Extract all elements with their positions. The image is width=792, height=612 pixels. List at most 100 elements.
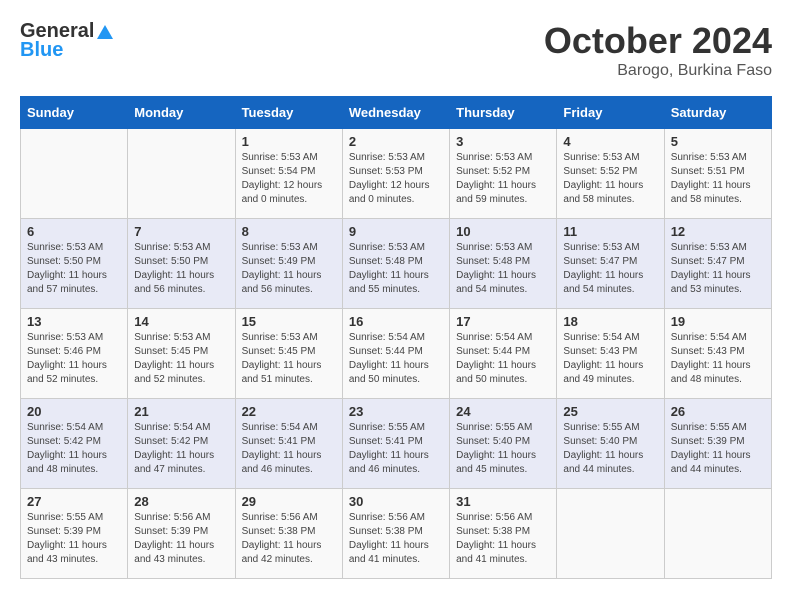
calendar-cell: 27 Sunrise: 5:55 AM Sunset: 5:39 PM Dayli…: [21, 489, 128, 579]
calendar-cell: 23 Sunrise: 5:55 AM Sunset: 5:41 PM Dayli…: [342, 399, 449, 489]
day-number: 27: [27, 494, 121, 509]
calendar-cell: 2 Sunrise: 5:53 AM Sunset: 5:53 PM Daylig…: [342, 129, 449, 219]
weekday-header: Saturday: [664, 97, 771, 129]
calendar-cell: 29 Sunrise: 5:56 AM Sunset: 5:38 PM Dayli…: [235, 489, 342, 579]
day-number: 17: [456, 314, 550, 329]
day-number: 10: [456, 224, 550, 239]
day-info: Sunrise: 5:54 AM Sunset: 5:43 PM Dayligh…: [563, 331, 657, 387]
day-number: 11: [563, 224, 657, 239]
calendar-cell: 19 Sunrise: 5:54 AM Sunset: 5:43 PM Dayli…: [664, 309, 771, 399]
calendar-cell: 12 Sunrise: 5:53 AM Sunset: 5:47 PM Dayli…: [664, 219, 771, 309]
day-info: Sunrise: 5:53 AM Sunset: 5:52 PM Dayligh…: [456, 151, 550, 207]
day-info: Sunrise: 5:55 AM Sunset: 5:41 PM Dayligh…: [349, 421, 443, 477]
calendar-cell: 20 Sunrise: 5:54 AM Sunset: 5:42 PM Dayli…: [21, 399, 128, 489]
day-number: 29: [242, 494, 336, 509]
day-number: 12: [671, 224, 765, 239]
calendar-cell: [664, 489, 771, 579]
weekday-header: Wednesday: [342, 97, 449, 129]
day-info: Sunrise: 5:53 AM Sunset: 5:45 PM Dayligh…: [134, 331, 228, 387]
calendar-cell: 16Sunrise: 5:54 AM Sunset: 5:44 PM Dayli…: [342, 309, 449, 399]
weekday-header: Tuesday: [235, 97, 342, 129]
day-number: 28: [134, 494, 228, 509]
day-info: Sunrise: 5:56 AM Sunset: 5:39 PM Dayligh…: [134, 511, 228, 567]
day-number: 4: [563, 134, 657, 149]
day-number: 14: [134, 314, 228, 329]
day-number: 30: [349, 494, 443, 509]
calendar-cell: 30 Sunrise: 5:56 AM Sunset: 5:38 PM Dayli…: [342, 489, 449, 579]
day-info: Sunrise: 5:55 AM Sunset: 5:40 PM Dayligh…: [563, 421, 657, 477]
day-number: 1: [242, 134, 336, 149]
day-number: 19: [671, 314, 765, 329]
calendar-cell: 17 Sunrise: 5:54 AM Sunset: 5:44 PM Dayli…: [450, 309, 557, 399]
day-info: Sunrise: 5:53 AM Sunset: 5:45 PM Dayligh…: [242, 331, 336, 387]
day-number: 22: [242, 404, 336, 419]
day-number: 6: [27, 224, 121, 239]
calendar-cell: 3 Sunrise: 5:53 AM Sunset: 5:52 PM Daylig…: [450, 129, 557, 219]
day-info: Sunrise: 5:55 AM Sunset: 5:40 PM Dayligh…: [456, 421, 550, 477]
day-number: 25: [563, 404, 657, 419]
day-info: Sunrise: 5:56 AM Sunset: 5:38 PM Dayligh…: [242, 511, 336, 567]
location: Barogo, Burkina Faso: [544, 62, 772, 80]
day-info: Sunrise: 5:55 AM Sunset: 5:39 PM Dayligh…: [671, 421, 765, 477]
calendar-cell: 1Sunrise: 5:53 AM Sunset: 5:54 PM Daylig…: [235, 129, 342, 219]
day-info: Sunrise: 5:54 AM Sunset: 5:44 PM Dayligh…: [456, 331, 550, 387]
calendar-cell: 15 Sunrise: 5:53 AM Sunset: 5:45 PM Dayli…: [235, 309, 342, 399]
calendar-week-row: 20 Sunrise: 5:54 AM Sunset: 5:42 PM Dayli…: [21, 399, 772, 489]
day-info: Sunrise: 5:53 AM Sunset: 5:49 PM Dayligh…: [242, 241, 336, 297]
calendar-cell: 6Sunrise: 5:53 AM Sunset: 5:50 PM Daylig…: [21, 219, 128, 309]
day-info: Sunrise: 5:53 AM Sunset: 5:53 PM Dayligh…: [349, 151, 443, 207]
month-title: October 2024: [544, 20, 772, 62]
day-info: Sunrise: 5:53 AM Sunset: 5:47 PM Dayligh…: [563, 241, 657, 297]
calendar-cell: 26 Sunrise: 5:55 AM Sunset: 5:39 PM Dayli…: [664, 399, 771, 489]
day-number: 7: [134, 224, 228, 239]
day-number: 9: [349, 224, 443, 239]
day-number: 2: [349, 134, 443, 149]
day-number: 21: [134, 404, 228, 419]
weekday-header: Sunday: [21, 97, 128, 129]
calendar-cell: 31Sunrise: 5:56 AM Sunset: 5:38 PM Dayli…: [450, 489, 557, 579]
calendar-cell: 7 Sunrise: 5:53 AM Sunset: 5:50 PM Daylig…: [128, 219, 235, 309]
weekday-header: Monday: [128, 97, 235, 129]
calendar-body: 1Sunrise: 5:53 AM Sunset: 5:54 PM Daylig…: [21, 129, 772, 579]
logo: General Blue: [20, 20, 116, 62]
day-number: 8: [242, 224, 336, 239]
day-number: 20: [27, 404, 121, 419]
day-info: Sunrise: 5:55 AM Sunset: 5:39 PM Dayligh…: [27, 511, 121, 567]
day-info: Sunrise: 5:53 AM Sunset: 5:50 PM Dayligh…: [134, 241, 228, 297]
calendar-cell: 11 Sunrise: 5:53 AM Sunset: 5:47 PM Dayli…: [557, 219, 664, 309]
calendar-cell: [557, 489, 664, 579]
calendar-cell: 22 Sunrise: 5:54 AM Sunset: 5:41 PM Dayli…: [235, 399, 342, 489]
day-info: Sunrise: 5:54 AM Sunset: 5:42 PM Dayligh…: [27, 421, 121, 477]
calendar-cell: 4 Sunrise: 5:53 AM Sunset: 5:52 PM Daylig…: [557, 129, 664, 219]
calendar-cell: [21, 129, 128, 219]
day-info: Sunrise: 5:54 AM Sunset: 5:42 PM Dayligh…: [134, 421, 228, 477]
logo-triangle-icon: [96, 23, 114, 41]
calendar-cell: 21 Sunrise: 5:54 AM Sunset: 5:42 PM Dayli…: [128, 399, 235, 489]
calendar-week-row: 6 Sunrise: 5:53 AM Sunset: 5:50 PM Daylig…: [21, 219, 772, 309]
calendar-cell: 18 Sunrise: 5:54 AM Sunset: 5:43 PM Dayli…: [557, 309, 664, 399]
calendar-week-row: 27 Sunrise: 5:55 AM Sunset: 5:39 PM Dayli…: [21, 489, 772, 579]
calendar-week-row: 1Sunrise: 5:53 AM Sunset: 5:54 PM Daylig…: [21, 129, 772, 219]
day-number: 18: [563, 314, 657, 329]
calendar-cell: 24Sunrise: 5:55 AM Sunset: 5:40 PM Dayli…: [450, 399, 557, 489]
day-number: 15: [242, 314, 336, 329]
day-number: 23: [349, 404, 443, 419]
day-info: Sunrise: 5:54 AM Sunset: 5:41 PM Dayligh…: [242, 421, 336, 477]
day-number: 16: [349, 314, 443, 329]
day-number: 3: [456, 134, 550, 149]
calendar-week-row: 13Sunrise: 5:53 AM Sunset: 5:46 PM Dayli…: [21, 309, 772, 399]
weekday-header: Friday: [557, 97, 664, 129]
day-info: Sunrise: 5:53 AM Sunset: 5:48 PM Dayligh…: [456, 241, 550, 297]
day-info: Sunrise: 5:54 AM Sunset: 5:43 PM Dayligh…: [671, 331, 765, 387]
calendar-cell: 13Sunrise: 5:53 AM Sunset: 5:46 PM Dayli…: [21, 309, 128, 399]
logo-blue-text: Blue: [20, 39, 63, 62]
day-info: Sunrise: 5:53 AM Sunset: 5:47 PM Dayligh…: [671, 241, 765, 297]
calendar-cell: 9 Sunrise: 5:53 AM Sunset: 5:48 PM Daylig…: [342, 219, 449, 309]
day-info: Sunrise: 5:56 AM Sunset: 5:38 PM Dayligh…: [349, 511, 443, 567]
calendar-cell: [128, 129, 235, 219]
day-info: Sunrise: 5:53 AM Sunset: 5:52 PM Dayligh…: [563, 151, 657, 207]
day-number: 26: [671, 404, 765, 419]
calendar-table: SundayMondayTuesdayWednesdayThursdayFrid…: [20, 96, 772, 579]
day-info: Sunrise: 5:53 AM Sunset: 5:48 PM Dayligh…: [349, 241, 443, 297]
day-info: Sunrise: 5:56 AM Sunset: 5:38 PM Dayligh…: [456, 511, 550, 567]
